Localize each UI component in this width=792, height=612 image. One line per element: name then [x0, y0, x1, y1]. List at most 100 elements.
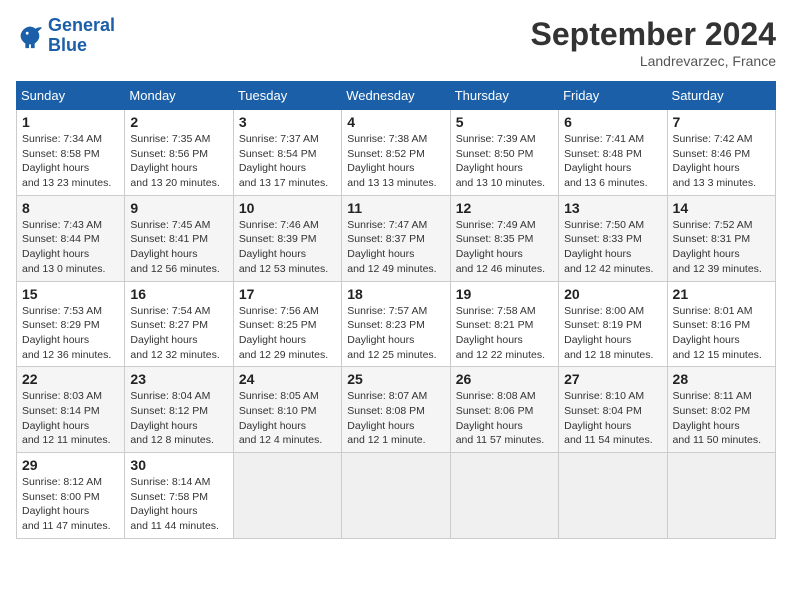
table-row: 10 Sunrise: 7:46 AM Sunset: 8:39 PM Dayl… — [233, 195, 341, 281]
col-sunday: Sunday — [17, 82, 125, 110]
day-info: Sunrise: 8:00 AM Sunset: 8:19 PM Dayligh… — [564, 304, 661, 363]
table-row: 13 Sunrise: 7:50 AM Sunset: 8:33 PM Dayl… — [559, 195, 667, 281]
col-saturday: Saturday — [667, 82, 775, 110]
day-info: Sunrise: 7:47 AM Sunset: 8:37 PM Dayligh… — [347, 218, 444, 277]
col-thursday: Thursday — [450, 82, 558, 110]
day-number: 17 — [239, 286, 336, 302]
col-friday: Friday — [559, 82, 667, 110]
day-number: 5 — [456, 114, 553, 130]
day-number: 4 — [347, 114, 444, 130]
table-row: 23 Sunrise: 8:04 AM Sunset: 8:12 PM Dayl… — [125, 367, 233, 453]
table-row: 12 Sunrise: 7:49 AM Sunset: 8:35 PM Dayl… — [450, 195, 558, 281]
table-row: 18 Sunrise: 7:57 AM Sunset: 8:23 PM Dayl… — [342, 281, 450, 367]
day-number: 13 — [564, 200, 661, 216]
day-info: Sunrise: 7:46 AM Sunset: 8:39 PM Dayligh… — [239, 218, 336, 277]
col-tuesday: Tuesday — [233, 82, 341, 110]
day-number: 25 — [347, 371, 444, 387]
day-number: 20 — [564, 286, 661, 302]
calendar-week-row: 22 Sunrise: 8:03 AM Sunset: 8:14 PM Dayl… — [17, 367, 776, 453]
day-number: 21 — [673, 286, 770, 302]
table-row: 9 Sunrise: 7:45 AM Sunset: 8:41 PM Dayli… — [125, 195, 233, 281]
day-info: Sunrise: 8:12 AM Sunset: 8:00 PM Dayligh… — [22, 475, 119, 534]
table-row: 6 Sunrise: 7:41 AM Sunset: 8:48 PM Dayli… — [559, 110, 667, 196]
day-number: 30 — [130, 457, 227, 473]
calendar-week-row: 29 Sunrise: 8:12 AM Sunset: 8:00 PM Dayl… — [17, 453, 776, 539]
day-info: Sunrise: 7:35 AM Sunset: 8:56 PM Dayligh… — [130, 132, 227, 191]
location: Landrevarzec, France — [531, 53, 776, 69]
table-row: 14 Sunrise: 7:52 AM Sunset: 8:31 PM Dayl… — [667, 195, 775, 281]
day-info: Sunrise: 7:54 AM Sunset: 8:27 PM Dayligh… — [130, 304, 227, 363]
day-info: Sunrise: 7:37 AM Sunset: 8:54 PM Dayligh… — [239, 132, 336, 191]
day-info: Sunrise: 7:43 AM Sunset: 8:44 PM Dayligh… — [22, 218, 119, 277]
day-number: 26 — [456, 371, 553, 387]
table-row: 2 Sunrise: 7:35 AM Sunset: 8:56 PM Dayli… — [125, 110, 233, 196]
day-number: 23 — [130, 371, 227, 387]
logo: General Blue — [16, 16, 115, 56]
day-info: Sunrise: 8:08 AM Sunset: 8:06 PM Dayligh… — [456, 389, 553, 448]
table-row: 28 Sunrise: 8:11 AM Sunset: 8:02 PM Dayl… — [667, 367, 775, 453]
calendar-week-row: 8 Sunrise: 7:43 AM Sunset: 8:44 PM Dayli… — [17, 195, 776, 281]
table-row: 27 Sunrise: 8:10 AM Sunset: 8:04 PM Dayl… — [559, 367, 667, 453]
table-row: 26 Sunrise: 8:08 AM Sunset: 8:06 PM Dayl… — [450, 367, 558, 453]
table-row: 1 Sunrise: 7:34 AM Sunset: 8:58 PM Dayli… — [17, 110, 125, 196]
day-number: 12 — [456, 200, 553, 216]
day-info: Sunrise: 7:42 AM Sunset: 8:46 PM Dayligh… — [673, 132, 770, 191]
calendar-header-row: Sunday Monday Tuesday Wednesday Thursday… — [17, 82, 776, 110]
day-info: Sunrise: 8:01 AM Sunset: 8:16 PM Dayligh… — [673, 304, 770, 363]
page-header: General Blue September 2024 Landrevarzec… — [16, 16, 776, 69]
day-info: Sunrise: 7:52 AM Sunset: 8:31 PM Dayligh… — [673, 218, 770, 277]
day-info: Sunrise: 8:11 AM Sunset: 8:02 PM Dayligh… — [673, 389, 770, 448]
table-row: 22 Sunrise: 8:03 AM Sunset: 8:14 PM Dayl… — [17, 367, 125, 453]
table-row — [450, 453, 558, 539]
day-info: Sunrise: 7:39 AM Sunset: 8:50 PM Dayligh… — [456, 132, 553, 191]
day-number: 22 — [22, 371, 119, 387]
day-info: Sunrise: 8:05 AM Sunset: 8:10 PM Dayligh… — [239, 389, 336, 448]
day-info: Sunrise: 7:50 AM Sunset: 8:33 PM Dayligh… — [564, 218, 661, 277]
day-info: Sunrise: 8:14 AM Sunset: 7:58 PM Dayligh… — [130, 475, 227, 534]
day-info: Sunrise: 7:58 AM Sunset: 8:21 PM Dayligh… — [456, 304, 553, 363]
day-number: 18 — [347, 286, 444, 302]
table-row: 19 Sunrise: 7:58 AM Sunset: 8:21 PM Dayl… — [450, 281, 558, 367]
day-number: 6 — [564, 114, 661, 130]
table-row — [342, 453, 450, 539]
day-info: Sunrise: 8:04 AM Sunset: 8:12 PM Dayligh… — [130, 389, 227, 448]
table-row: 16 Sunrise: 7:54 AM Sunset: 8:27 PM Dayl… — [125, 281, 233, 367]
day-number: 8 — [22, 200, 119, 216]
calendar-week-row: 15 Sunrise: 7:53 AM Sunset: 8:29 PM Dayl… — [17, 281, 776, 367]
col-wednesday: Wednesday — [342, 82, 450, 110]
logo-icon — [16, 22, 44, 50]
day-number: 2 — [130, 114, 227, 130]
day-info: Sunrise: 7:49 AM Sunset: 8:35 PM Dayligh… — [456, 218, 553, 277]
table-row: 11 Sunrise: 7:47 AM Sunset: 8:37 PM Dayl… — [342, 195, 450, 281]
day-number: 28 — [673, 371, 770, 387]
table-row — [667, 453, 775, 539]
table-row: 15 Sunrise: 7:53 AM Sunset: 8:29 PM Dayl… — [17, 281, 125, 367]
day-info: Sunrise: 8:03 AM Sunset: 8:14 PM Dayligh… — [22, 389, 119, 448]
day-info: Sunrise: 8:10 AM Sunset: 8:04 PM Dayligh… — [564, 389, 661, 448]
day-info: Sunrise: 7:34 AM Sunset: 8:58 PM Dayligh… — [22, 132, 119, 191]
day-number: 7 — [673, 114, 770, 130]
table-row: 24 Sunrise: 8:05 AM Sunset: 8:10 PM Dayl… — [233, 367, 341, 453]
day-info: Sunrise: 7:38 AM Sunset: 8:52 PM Dayligh… — [347, 132, 444, 191]
table-row — [233, 453, 341, 539]
day-number: 27 — [564, 371, 661, 387]
calendar-table: Sunday Monday Tuesday Wednesday Thursday… — [16, 81, 776, 539]
day-number: 9 — [130, 200, 227, 216]
calendar-week-row: 1 Sunrise: 7:34 AM Sunset: 8:58 PM Dayli… — [17, 110, 776, 196]
table-row: 8 Sunrise: 7:43 AM Sunset: 8:44 PM Dayli… — [17, 195, 125, 281]
day-info: Sunrise: 7:56 AM Sunset: 8:25 PM Dayligh… — [239, 304, 336, 363]
day-number: 24 — [239, 371, 336, 387]
day-number: 14 — [673, 200, 770, 216]
table-row: 29 Sunrise: 8:12 AM Sunset: 8:00 PM Dayl… — [17, 453, 125, 539]
table-row: 7 Sunrise: 7:42 AM Sunset: 8:46 PM Dayli… — [667, 110, 775, 196]
day-info: Sunrise: 7:41 AM Sunset: 8:48 PM Dayligh… — [564, 132, 661, 191]
table-row: 20 Sunrise: 8:00 AM Sunset: 8:19 PM Dayl… — [559, 281, 667, 367]
day-number: 10 — [239, 200, 336, 216]
day-number: 19 — [456, 286, 553, 302]
day-number: 11 — [347, 200, 444, 216]
table-row — [559, 453, 667, 539]
table-row: 21 Sunrise: 8:01 AM Sunset: 8:16 PM Dayl… — [667, 281, 775, 367]
day-number: 16 — [130, 286, 227, 302]
month-title: September 2024 — [531, 16, 776, 53]
day-info: Sunrise: 7:45 AM Sunset: 8:41 PM Dayligh… — [130, 218, 227, 277]
